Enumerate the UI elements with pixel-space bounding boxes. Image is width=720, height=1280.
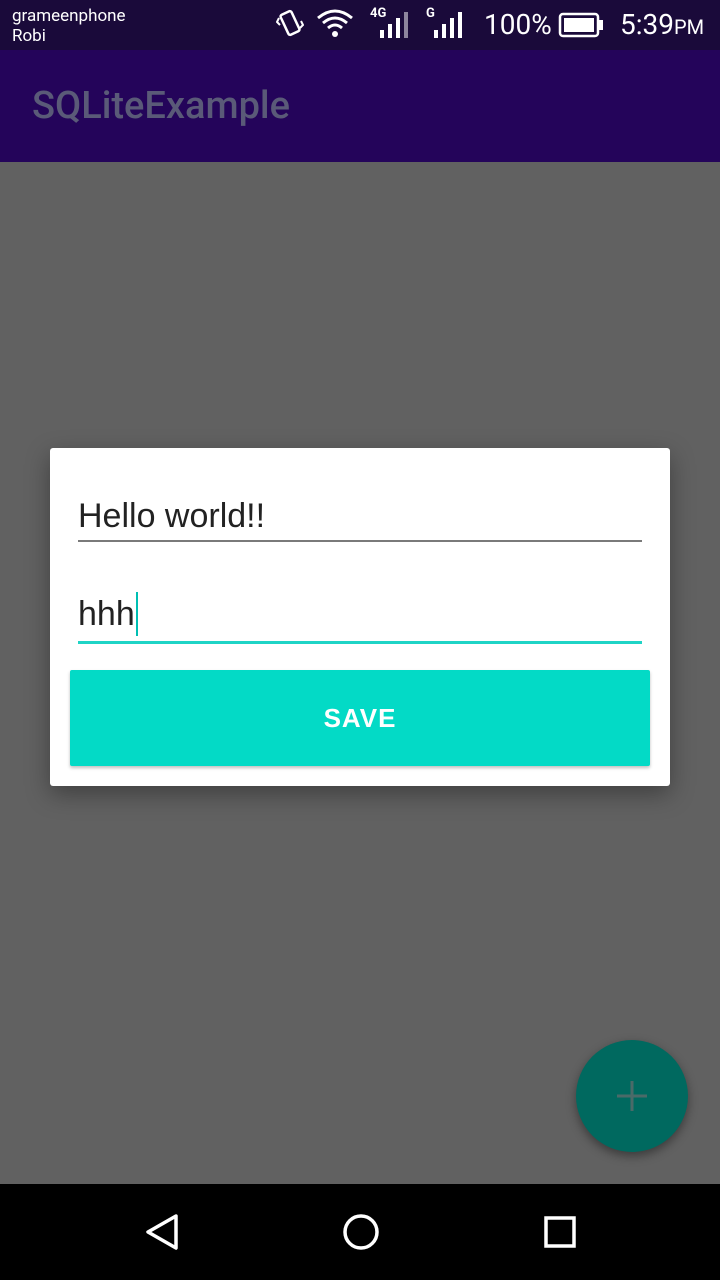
input-dialog: Hello world!! hhh SAVE [50,448,670,786]
carrier-info: grameenphone Robi [12,6,126,46]
clock: 5:39PM [620,8,704,44]
text-field-2-value: hhh [78,595,135,633]
vibrate-icon [276,9,304,37]
signal-icon-1 [380,12,408,38]
add-icon [617,1081,647,1111]
text-field-2[interactable]: hhh [78,592,642,636]
app-title: SQLiteExample [32,84,290,128]
back-triangle-icon[interactable] [142,1212,182,1252]
recents-square-icon[interactable] [540,1212,580,1252]
add-fab-button[interactable] [576,1040,688,1152]
clock-time: 5:39 [620,8,674,41]
battery-icon [558,12,603,38]
carrier-name-1: grameenphone [12,6,126,26]
home-circle-icon[interactable] [341,1212,381,1252]
text-field-1-underline [78,540,642,542]
navigation-bar [0,1184,720,1280]
app-bar: SQLiteExample [0,50,720,162]
battery-percentage: 100% [484,8,552,41]
wifi-icon [317,9,353,37]
clock-ampm: PM [674,15,705,39]
text-cursor [135,592,138,636]
save-button[interactable]: SAVE [70,670,650,766]
signal-icon-2 [434,12,462,38]
carrier-name-2: Robi [12,26,46,46]
text-field-2-underline-focused [78,641,642,644]
text-field-1[interactable]: Hello world!! [78,494,642,538]
status-bar: grameenphone Robi 4G G 100% 5:39PM [0,0,720,50]
